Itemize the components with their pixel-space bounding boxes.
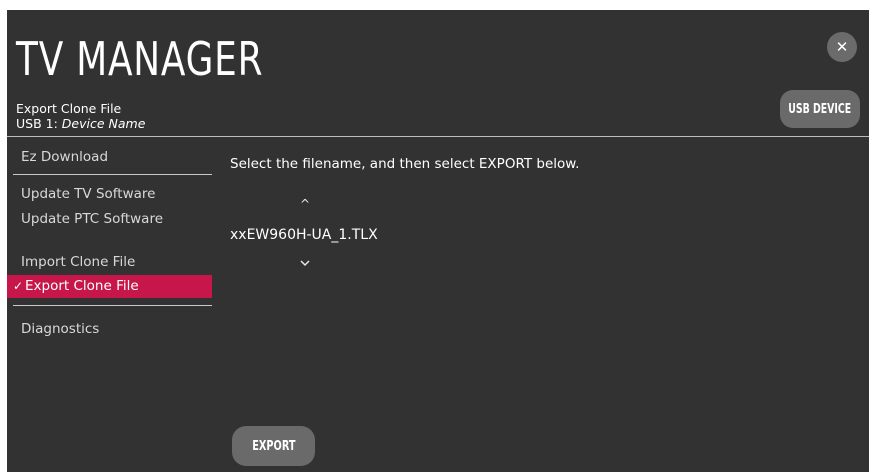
export-button-label: EXPORT bbox=[251, 438, 296, 454]
checkmark-icon: ✓ bbox=[13, 279, 24, 293]
usb-device-button[interactable]: USB DEVICE bbox=[780, 90, 860, 128]
sidebar-item-export-clone-file[interactable]: ✓ Export Clone File bbox=[7, 275, 212, 298]
nav-divider bbox=[13, 305, 212, 306]
export-button[interactable]: EXPORT bbox=[232, 426, 315, 466]
sidebar-item-label: Update PTC Software bbox=[21, 211, 164, 227]
sidebar-item-label: Ez Download bbox=[21, 149, 109, 165]
sidebar-item-diagnostics[interactable]: Diagnostics bbox=[7, 318, 212, 341]
sidebar-item-label: Diagnostics bbox=[21, 321, 100, 337]
sidebar-item-update-tv-software[interactable]: Update TV Software bbox=[7, 183, 212, 206]
sidebar-item-label: Import Clone File bbox=[21, 254, 136, 270]
sidebar-item-label: Export Clone File bbox=[25, 278, 139, 294]
sidebar-item-label: Update TV Software bbox=[21, 186, 156, 202]
close-icon: ✕ bbox=[835, 38, 849, 56]
nav-divider bbox=[13, 174, 212, 175]
close-button[interactable]: ✕ bbox=[827, 32, 857, 62]
device-prefix: USB 1: bbox=[16, 116, 58, 131]
sidebar-item-import-clone-file[interactable]: Import Clone File bbox=[7, 251, 212, 274]
scroll-up-icon[interactable]: ^ bbox=[298, 197, 312, 211]
usb-device-label: USB DEVICE bbox=[788, 101, 852, 117]
device-name: Device Name bbox=[61, 116, 146, 131]
device-line: USB 1: Device Name bbox=[16, 116, 145, 131]
instruction-text: Select the filename, and then select EXP… bbox=[230, 156, 580, 172]
header-divider bbox=[7, 136, 869, 137]
subtitle: Export Clone File USB 1: Device Name bbox=[16, 101, 145, 131]
sidebar-item-update-ptc-software[interactable]: Update PTC Software bbox=[7, 208, 212, 231]
filename-selector[interactable]: xxEW960H-UA_1.TLX bbox=[230, 227, 378, 243]
section-name: Export Clone File bbox=[16, 101, 122, 116]
page-title: TV MANAGER bbox=[16, 32, 264, 86]
scroll-down-icon[interactable] bbox=[298, 256, 312, 270]
tv-manager-screen: TV MANAGER Export Clone File USB 1: Devi… bbox=[7, 10, 869, 472]
chevron-down-icon bbox=[300, 260, 310, 267]
sidebar-item-ez-download[interactable]: Ez Download bbox=[7, 146, 212, 169]
